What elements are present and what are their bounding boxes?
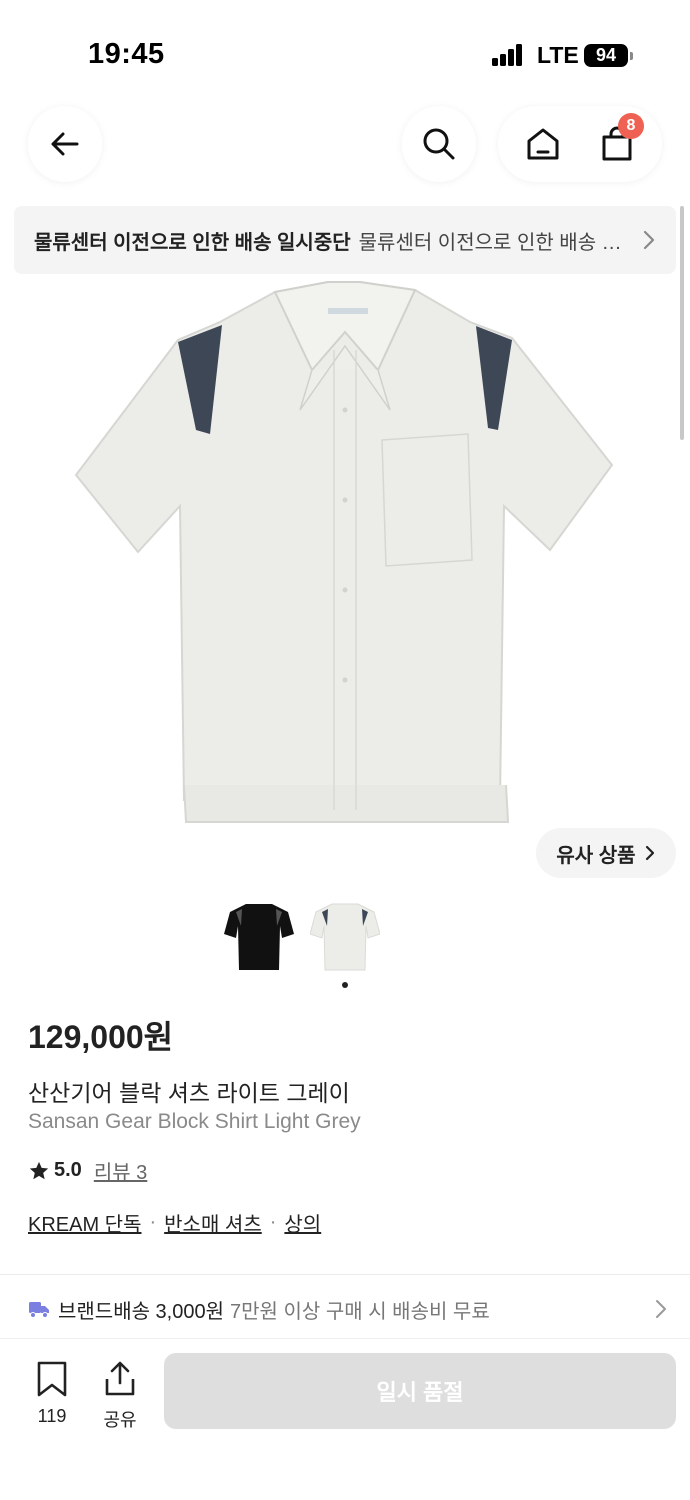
image-page-indicator <box>342 982 348 988</box>
notice-title: 물류센터 이전으로 인한 배송 일시중단 <box>34 231 351 254</box>
tag-kream-exclusive[interactable]: KREAM 단독 <box>28 1208 141 1237</box>
shirt-illustration <box>74 281 614 823</box>
shipping-info-row[interactable]: 브랜드배송 3,000원 7만원 이상 구매 시 배송비 무료 <box>28 1294 668 1324</box>
back-button[interactable] <box>28 106 102 182</box>
notice-banner[interactable]: 물류센터 이전으로 인한 배송 일시중단 물류센터 이전으로 인한 배송 일시중… <box>14 206 676 274</box>
tag-separator: · <box>149 1211 157 1233</box>
chevron-right-icon <box>643 230 655 250</box>
similar-products-button[interactable]: 유사 상품 <box>536 828 676 878</box>
bookmark-button[interactable]: 119 <box>26 1361 78 1427</box>
share-button[interactable]: 공유 <box>94 1361 146 1432</box>
thumbnail-light-grey[interactable] <box>310 900 380 975</box>
signal-icon <box>492 44 524 66</box>
tag-short-sleeve-shirt[interactable]: 반소매 셔츠 <box>164 1208 262 1237</box>
rating-row: 5.0 리뷰 3 <box>28 1156 147 1185</box>
share-label: 공유 <box>103 1410 137 1430</box>
cart-count-badge: 8 <box>618 113 644 139</box>
divider <box>0 1274 690 1275</box>
similar-products-label: 유사 상품 <box>556 844 636 867</box>
product-price: 129,000원 <box>28 1019 174 1055</box>
share-icon <box>105 1361 135 1396</box>
star-icon <box>29 1161 49 1179</box>
bookmark-count: 119 <box>37 1406 67 1426</box>
product-name-korean: 산산기어 블락 셔츠 라이트 그레이 <box>28 1080 350 1106</box>
battery-icon: 94 <box>584 44 633 67</box>
review-link[interactable]: 리뷰 3 <box>94 1156 147 1185</box>
notice-text: 물류센터 이전으로 인한 배송 일시중단 안내 <box>358 231 628 254</box>
battery-level: 94 <box>595 45 617 65</box>
status-time: 19:45 <box>88 38 165 70</box>
network-label: LTE <box>537 42 579 68</box>
product-image[interactable] <box>60 270 630 840</box>
shipping-label: 브랜드배송 3,000원 <box>58 1300 225 1323</box>
soldout-button[interactable]: 일시 품절 <box>164 1353 676 1429</box>
shipping-description: 7만원 이상 구매 시 배송비 무료 <box>230 1300 490 1323</box>
status-bar: 19:45 LTE 94 <box>0 0 690 100</box>
scrollbar[interactable] <box>680 206 684 440</box>
search-icon <box>423 128 455 160</box>
product-name-english: Sansan Gear Block Shirt Light Grey <box>28 1110 361 1133</box>
thumbnail-black[interactable] <box>224 900 294 975</box>
bookmark-icon <box>37 1361 67 1397</box>
tag-separator: · <box>269 1211 277 1233</box>
rating-score: 5.0 <box>54 1159 82 1181</box>
home-cart-group: 8 <box>498 106 662 182</box>
category-tags: KREAM 단독 · 반소매 셔츠 · 상의 <box>28 1208 321 1237</box>
search-button[interactable] <box>402 106 476 182</box>
truck-icon <box>29 1302 49 1318</box>
chevron-right-icon <box>656 1300 666 1318</box>
arrow-left-icon <box>51 132 79 156</box>
chevron-right-icon <box>645 845 654 861</box>
home-button[interactable] <box>518 119 568 169</box>
home-icon <box>527 128 559 160</box>
bottom-action-bar: 119 공유 일시 품절 <box>0 1338 690 1500</box>
tag-tops[interactable]: 상의 <box>284 1208 321 1237</box>
cart-button[interactable]: 8 <box>592 113 644 169</box>
